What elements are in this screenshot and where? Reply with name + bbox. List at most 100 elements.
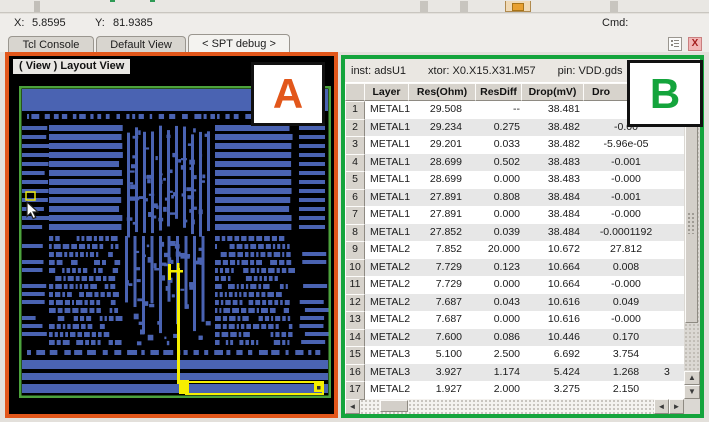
- toolbar-tool1-icon[interactable]: [420, 1, 428, 12]
- row-number[interactable]: 11: [345, 276, 365, 295]
- table-row[interactable]: 5METAL128.6990.00038.483-0.000: [345, 171, 684, 189]
- table-cell: [664, 259, 684, 277]
- scroll-left2-icon[interactable]: ◄: [654, 399, 669, 414]
- table-cell: METAL1: [365, 154, 410, 172]
- table-cell: 27.812: [588, 241, 664, 259]
- panel-list-icon[interactable]: [668, 37, 682, 51]
- scroll-down-icon[interactable]: ▼: [684, 385, 700, 399]
- inst-value: inst: adsU1: [351, 65, 406, 77]
- table-row[interactable]: 14METAL27.6000.08610.4460.170: [345, 329, 684, 347]
- table-cell: 27.852: [410, 224, 478, 242]
- table-cell: 1.927: [410, 381, 478, 399]
- table-row[interactable]: 8METAL127.8520.03938.484-0.0001192: [345, 224, 684, 242]
- table-cell: 0.000: [478, 311, 525, 329]
- table-cell: -0.000: [588, 276, 664, 294]
- table-row[interactable]: 7METAL127.8910.00038.484-0.000: [345, 206, 684, 224]
- table-row[interactable]: 11METAL27.7290.00010.664-0.000: [345, 276, 684, 294]
- table-cell: 20.000: [478, 241, 525, 259]
- table-row[interactable]: 9METAL27.85220.00010.67227.812: [345, 241, 684, 259]
- table-cell: --: [478, 101, 525, 119]
- row-number[interactable]: 15: [345, 346, 365, 365]
- table-cell: 7.687: [410, 294, 478, 312]
- row-number[interactable]: 7: [345, 206, 365, 225]
- vertical-scroll-thumb[interactable]: [685, 123, 698, 323]
- table-cell: 1.268: [588, 364, 664, 382]
- row-number[interactable]: 13: [345, 311, 365, 330]
- table-cell: 2.500: [478, 346, 525, 364]
- row-number[interactable]: 1: [345, 101, 365, 120]
- toolbar-dot-icon: [110, 0, 115, 2]
- table-cell: 0.086: [478, 329, 525, 347]
- table-cell: [664, 294, 684, 312]
- table-row[interactable]: 6METAL127.8910.80838.484-0.001: [345, 189, 684, 207]
- scroll-left-icon[interactable]: ◄: [345, 399, 360, 414]
- tab-spt-debug[interactable]: < SPT debug >: [188, 34, 290, 52]
- col-header-resdiff[interactable]: ResDiff: [475, 83, 522, 101]
- tab-bar: Tcl Console Default View < SPT debug >: [0, 33, 709, 52]
- table-row[interactable]: 15METAL35.1002.5006.6923.754: [345, 346, 684, 364]
- row-number[interactable]: 5: [345, 171, 365, 190]
- toolbar-tool2-icon[interactable]: [460, 1, 468, 12]
- toolbar-tool3-icon[interactable]: [610, 1, 618, 12]
- x-coord-label: X:: [14, 17, 24, 29]
- table-row[interactable]: 12METAL27.6870.04310.6160.049: [345, 294, 684, 312]
- table-cell: 0.008: [588, 259, 664, 277]
- table-cell: METAL1: [365, 224, 410, 242]
- active-tool-button[interactable]: [505, 1, 531, 12]
- horizontal-scrollbar[interactable]: ◄ ◄ ►: [345, 399, 700, 414]
- table-cell: 0.502: [478, 154, 525, 172]
- results-table: Layer Res(Ohm) ResDiff Drop(mV) Dro 1MET…: [345, 83, 700, 399]
- table-cell: 5.424: [525, 364, 588, 382]
- row-number[interactable]: 8: [345, 224, 365, 243]
- table-cell: 10.616: [525, 294, 588, 312]
- tab-default-view[interactable]: Default View: [96, 36, 186, 52]
- row-number[interactable]: 9: [345, 241, 365, 260]
- col-header-drop[interactable]: Drop(mV): [521, 83, 584, 101]
- scroll-right-icon[interactable]: ►: [669, 399, 684, 414]
- row-number[interactable]: 10: [345, 259, 365, 278]
- horizontal-scroll-track[interactable]: [360, 399, 654, 414]
- chip-layout-graphic[interactable]: [19, 86, 331, 398]
- layout-view-panel[interactable]: ( View ) Layout View A: [5, 52, 338, 418]
- col-header-res[interactable]: Res(Ohm): [408, 83, 476, 101]
- table-cell: 0.000: [478, 276, 525, 294]
- table-row[interactable]: 10METAL27.7290.12310.6640.008: [345, 259, 684, 277]
- scrollbar-corner: [684, 399, 700, 414]
- row-number[interactable]: 4: [345, 154, 365, 173]
- tab-tcl-console[interactable]: Tcl Console: [8, 36, 94, 52]
- table-cell: 7.729: [410, 259, 478, 277]
- row-number[interactable]: 16: [345, 364, 365, 383]
- table-cell: 3.754: [588, 346, 664, 364]
- y-coord-value: 81.9385: [113, 17, 153, 29]
- close-icon[interactable]: X: [688, 37, 702, 51]
- table-row[interactable]: 3METAL129.2010.03338.482-5.96e-05: [345, 136, 684, 154]
- row-number[interactable]: 14: [345, 329, 365, 348]
- col-header-layer[interactable]: Layer: [364, 83, 409, 101]
- table-cell: METAL1: [365, 136, 410, 154]
- horizontal-scroll-thumb[interactable]: [380, 400, 408, 412]
- table-row[interactable]: 17METAL21.9272.0003.2752.150: [345, 381, 684, 399]
- table-row[interactable]: 16METAL33.9271.1745.4241.2683: [345, 364, 684, 382]
- table-cell: -0.0001192: [588, 224, 664, 242]
- table-row[interactable]: 4METAL128.6990.50238.483-0.001: [345, 154, 684, 172]
- table-cell: 0.049: [588, 294, 664, 312]
- table-cell: 0.000: [478, 171, 525, 189]
- row-number[interactable]: 6: [345, 189, 365, 208]
- x-coord-value: 5.8595: [32, 17, 66, 29]
- table-cell: [664, 329, 684, 347]
- table-row[interactable]: 13METAL27.6870.00010.616-0.000: [345, 311, 684, 329]
- table-cell: [664, 241, 684, 259]
- row-number[interactable]: 2: [345, 119, 365, 138]
- table-cell: METAL2: [365, 259, 410, 277]
- row-number[interactable]: 3: [345, 136, 365, 155]
- corner-header-cell[interactable]: [345, 83, 365, 101]
- row-number[interactable]: 17: [345, 381, 365, 400]
- vertical-scrollbar[interactable]: ▲ ▼: [684, 83, 700, 399]
- table-cell: 38.484: [525, 224, 588, 242]
- table-cell: [664, 276, 684, 294]
- table-cell: 29.201: [410, 136, 478, 154]
- scroll-up-icon[interactable]: ▲: [684, 371, 700, 385]
- table-cell: 2.150: [588, 381, 664, 399]
- table-cell: [664, 311, 684, 329]
- row-number[interactable]: 12: [345, 294, 365, 313]
